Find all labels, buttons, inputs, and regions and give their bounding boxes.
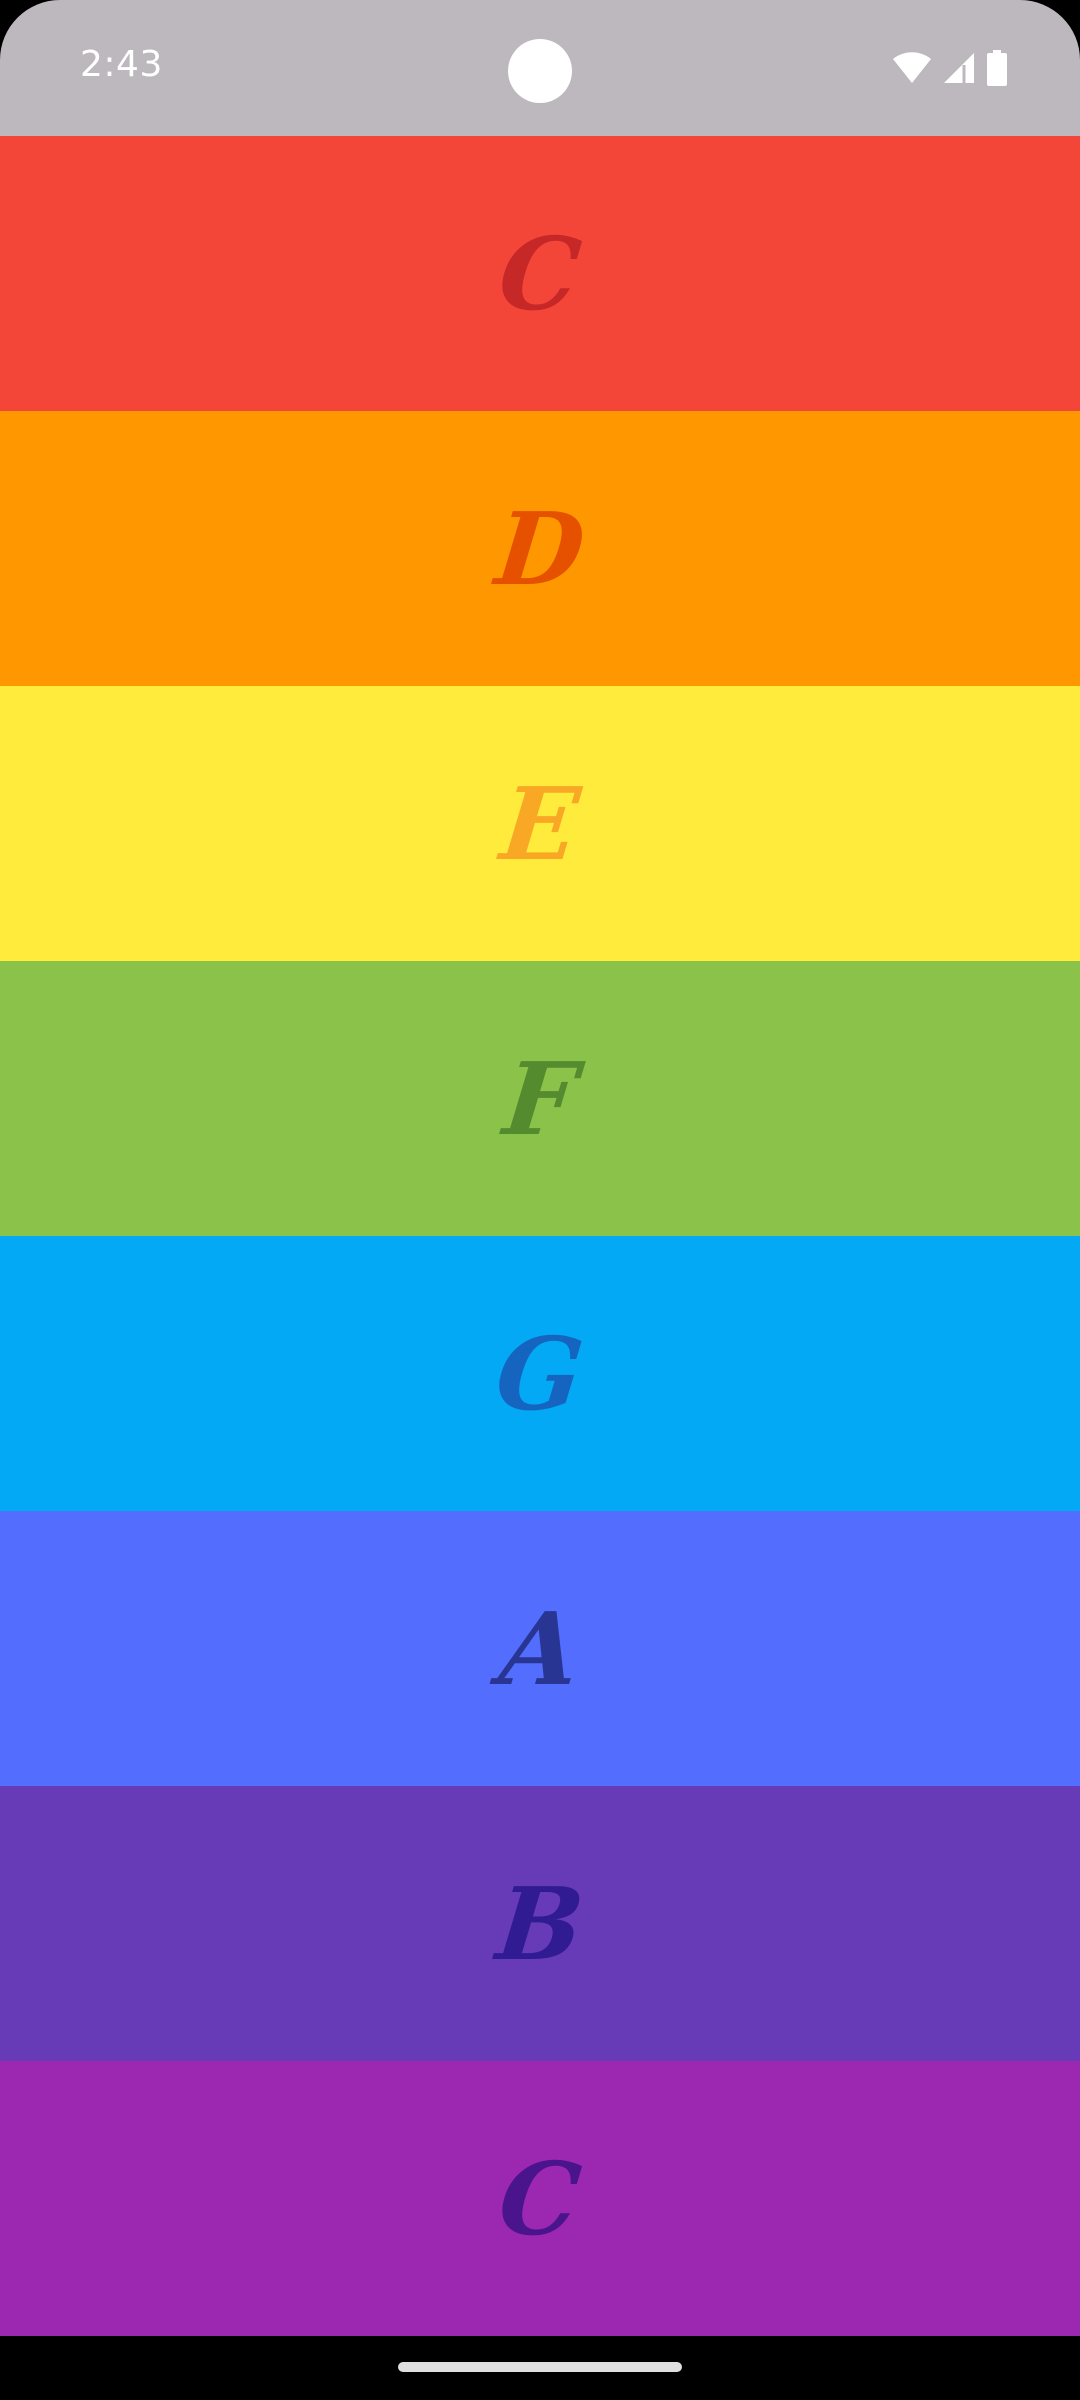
band-letter: E bbox=[495, 764, 585, 883]
status-time: 2:43 bbox=[80, 44, 163, 85]
band-letter: C bbox=[494, 2139, 586, 2258]
battery-icon bbox=[986, 50, 1008, 86]
band-letter: D bbox=[490, 489, 590, 608]
phone-screen: 2:43 C D E F G A B C bbox=[0, 0, 1080, 2400]
front-camera-cutout bbox=[508, 39, 572, 103]
band-letter: C bbox=[494, 214, 586, 333]
color-band-c-purple[interactable]: C bbox=[0, 2061, 1080, 2336]
color-band-a-indigo[interactable]: A bbox=[0, 1511, 1080, 1786]
band-letter: G bbox=[491, 1314, 589, 1433]
status-icons bbox=[892, 48, 1008, 88]
band-letter: F bbox=[498, 1039, 582, 1158]
color-band-c-red[interactable]: C bbox=[0, 136, 1080, 411]
wifi-icon bbox=[892, 51, 932, 85]
color-band-d-orange[interactable]: D bbox=[0, 411, 1080, 686]
home-gesture-handle[interactable] bbox=[398, 2362, 682, 2372]
color-band-g-light-blue[interactable]: G bbox=[0, 1236, 1080, 1511]
band-letter: A bbox=[495, 1589, 585, 1708]
color-band-e-yellow[interactable]: E bbox=[0, 686, 1080, 961]
color-band-list: C D E F G A B C bbox=[0, 136, 1080, 2336]
cellular-signal-icon bbox=[942, 51, 976, 85]
band-letter: B bbox=[491, 1864, 589, 1983]
status-bar: 2:43 bbox=[0, 0, 1080, 136]
color-band-b-deep-purple[interactable]: B bbox=[0, 1786, 1080, 2061]
color-band-f-green[interactable]: F bbox=[0, 961, 1080, 1236]
